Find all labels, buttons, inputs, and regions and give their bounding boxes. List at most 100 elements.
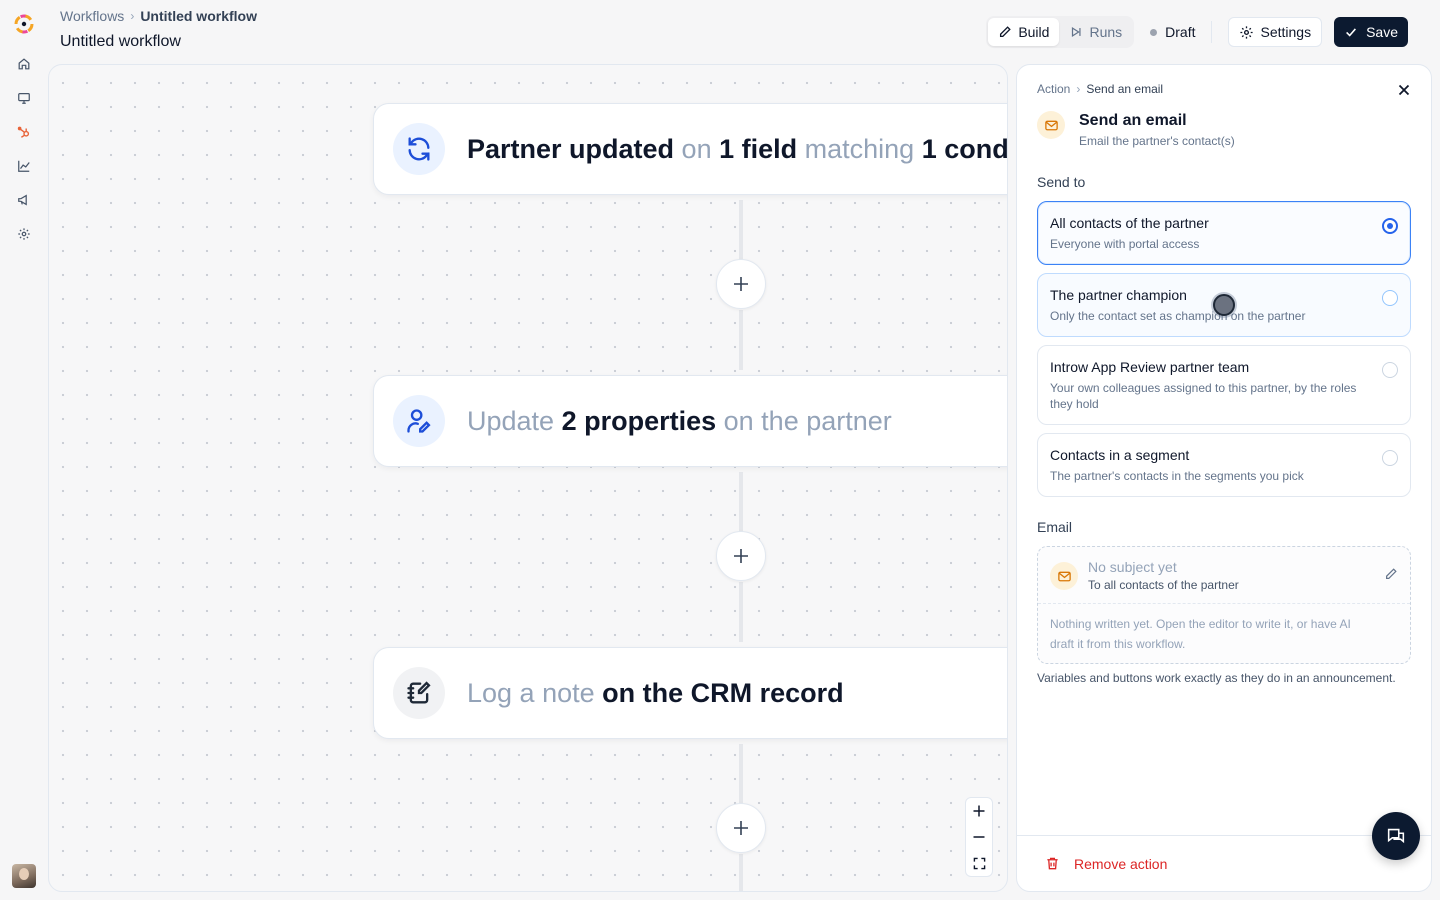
node-text-part: 1 field <box>719 133 798 164</box>
recipient-option-all-contacts[interactable]: All contacts of the partner Everyone wit… <box>1037 201 1411 265</box>
nav-home[interactable] <box>12 52 36 76</box>
email-help-text: Variables and buttons work exactly as th… <box>1037 671 1396 685</box>
option-title: The partner champion <box>1050 287 1187 303</box>
page-title[interactable]: Untitled workflow <box>60 33 181 51</box>
nav-hubspot[interactable] <box>12 120 36 144</box>
node-text-part: Partner updated <box>467 133 675 164</box>
minus-icon <box>973 836 985 838</box>
plus-icon <box>734 549 748 563</box>
notebook-icon <box>393 667 445 719</box>
connector-line <box>739 582 743 642</box>
breadcrumb-current: Untitled workflow <box>140 8 257 24</box>
connector-line <box>739 310 743 370</box>
chat-button[interactable] <box>1372 812 1420 860</box>
chevron-right-icon: › <box>1076 82 1081 96</box>
nav-monitor[interactable] <box>12 86 36 110</box>
status-label: Draft <box>1165 24 1196 40</box>
nav-analytics[interactable] <box>12 154 36 178</box>
remove-action-button[interactable]: Remove action <box>1045 856 1167 872</box>
panel-breadcrumb-root[interactable]: Action <box>1037 82 1070 96</box>
settings-button[interactable]: Settings <box>1228 17 1323 47</box>
workflow-trigger-node[interactable]: Partner updated on 1 field matching 1 co… <box>373 103 1008 195</box>
workflow-action-node[interactable]: Update 2 properties on the partner <box>373 375 1007 467</box>
fit-view-button[interactable] <box>968 852 990 874</box>
chat-icon <box>1387 828 1405 844</box>
node-text-part: on <box>674 133 720 164</box>
save-button[interactable]: Save <box>1334 17 1408 47</box>
email-recipients: To all contacts of the partner <box>1088 578 1239 592</box>
tab-runs-label: Runs <box>1089 24 1123 40</box>
hubspot-icon <box>17 126 30 138</box>
refresh-icon <box>393 123 445 175</box>
option-description: Everyone with portal access <box>1050 237 1200 251</box>
option-title: Introw App Review partner team <box>1050 359 1250 375</box>
recipient-option-segment[interactable]: Contacts in a segment The partner's cont… <box>1037 433 1411 497</box>
status-dot-icon <box>1150 28 1158 36</box>
pencil-icon <box>1000 26 1012 38</box>
tab-build-label: Build <box>1018 24 1050 40</box>
status-badge: Draft <box>1150 24 1195 40</box>
option-title: Contacts in a segment <box>1050 447 1190 463</box>
left-rail <box>0 0 48 900</box>
option-title: All contacts of the partner <box>1050 215 1209 231</box>
radio-button[interactable] <box>1382 218 1398 234</box>
radio-button[interactable] <box>1382 450 1398 466</box>
panel-breadcrumb-current: Send an email <box>1086 82 1164 96</box>
node-text-part: matching <box>797 133 922 164</box>
edit-email-button[interactable] <box>1384 567 1398 586</box>
close-icon <box>1398 84 1410 96</box>
node-text: Update 2 properties on the partner <box>467 406 892 437</box>
node-text-part: Log a note <box>467 677 603 708</box>
megaphone-icon <box>18 194 27 206</box>
panel-breadcrumb: Action › Send an email <box>1037 82 1163 96</box>
node-text-part: Update <box>467 405 562 436</box>
plus-icon <box>734 277 748 291</box>
mail-icon <box>1050 562 1078 590</box>
email-preview-header: No subject yet To all contacts of the pa… <box>1038 547 1410 604</box>
email-preview-card[interactable]: No subject yet To all contacts of the pa… <box>1037 546 1411 664</box>
plus-icon <box>734 821 748 835</box>
workflow-canvas[interactable]: Partner updated on 1 field matching 1 co… <box>48 64 1008 892</box>
add-step-button[interactable] <box>716 259 766 309</box>
breadcrumb-root[interactable]: Workflows <box>60 8 124 24</box>
email-label: Email <box>1037 519 1073 535</box>
recipient-option-partner-champion[interactable]: The partner champion Only the contact se… <box>1037 273 1411 337</box>
node-text: Log a note on the CRM record <box>467 678 844 709</box>
app-logo[interactable] <box>12 12 36 36</box>
panel-title: Send an email <box>1079 112 1187 129</box>
monitor-icon <box>18 93 30 104</box>
topbar-actions: Build Runs Draft Settings Save <box>986 16 1408 48</box>
avatar[interactable] <box>12 864 36 888</box>
radio-button[interactable] <box>1382 362 1398 378</box>
nav-announcements[interactable] <box>12 188 36 212</box>
close-panel-button[interactable] <box>1397 83 1411 102</box>
tab-runs[interactable]: Runs <box>1059 18 1132 46</box>
add-step-button[interactable] <box>716 531 766 581</box>
node-text-part: 1 cond.. <box>921 133 1008 164</box>
chevron-right-icon: › <box>130 9 135 23</box>
mail-icon <box>1037 111 1065 139</box>
option-description: Your own colleagues assigned to this par… <box>1050 381 1357 411</box>
zoom-out-button[interactable] <box>968 826 990 848</box>
remove-action-label: Remove action <box>1074 855 1168 872</box>
connector-line <box>739 472 743 532</box>
nav-settings[interactable] <box>12 222 36 246</box>
recipient-option-partner-team[interactable]: Introw App Review partner team Your own … <box>1037 345 1411 425</box>
user-edit-icon <box>393 395 445 447</box>
add-step-button[interactable] <box>716 803 766 853</box>
node-text-part: on the partner <box>716 405 892 436</box>
connector-line <box>739 744 743 804</box>
tab-build[interactable]: Build <box>988 18 1060 46</box>
node-text-part: 2 properties <box>561 405 717 436</box>
radio-button[interactable] <box>1382 290 1398 306</box>
check-icon <box>1346 28 1357 37</box>
zoom-in-button[interactable] <box>968 800 990 822</box>
send-to-label: Send to <box>1037 174 1086 190</box>
action-panel: Action › Send an email Send an email Ema… <box>1016 64 1432 892</box>
workflow-action-node[interactable]: Log a note on the CRM record <box>373 647 1007 739</box>
panel-subtitle: Email the partner's contact(s) <box>1079 134 1235 148</box>
option-description: Only the contact set as champion on the … <box>1050 309 1306 323</box>
save-button-label: Save <box>1366 24 1398 40</box>
connector-line <box>739 200 743 260</box>
node-text: Partner updated on 1 field matching 1 co… <box>467 133 1008 165</box>
